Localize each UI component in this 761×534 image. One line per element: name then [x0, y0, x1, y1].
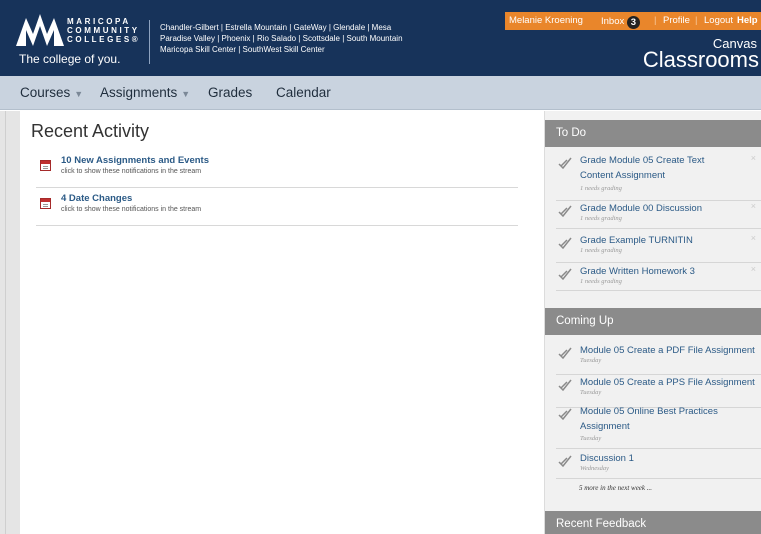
todo-item[interactable]: Grade Written Homework 3 1 needs grading… — [556, 264, 761, 291]
help-link[interactable]: Help — [737, 15, 758, 26]
chevron-down-icon: ▼ — [181, 89, 191, 99]
separator: | — [695, 15, 698, 26]
more-upcoming-link[interactable]: 5 more in the next week ... — [579, 484, 652, 492]
pencil-check-icon — [558, 268, 572, 280]
coming-up-item[interactable]: Module 05 Create a PDF File Assignment T… — [556, 343, 761, 375]
inbox-label: Inbox — [601, 16, 625, 27]
calendar-icon — [40, 160, 51, 171]
stream-item-subtitle: click to show these notifications in the… — [61, 168, 202, 175]
left-gutter — [0, 111, 20, 534]
inbox-count-badge: 3 — [626, 16, 640, 29]
page-title: Recent Activity — [31, 121, 150, 141]
stream-item[interactable]: 10 New Assignments and Events click to s… — [36, 155, 518, 188]
chevron-down-icon: ▼ — [74, 89, 84, 99]
coming-up-item-subtitle: Tuesday — [580, 357, 602, 364]
coming-up-item-subtitle: Wednesday — [580, 465, 610, 472]
todo-item-subtitle: 1 needs grading — [580, 215, 622, 222]
pencil-check-icon — [558, 379, 572, 391]
todo-item-title[interactable]: Grade Written Homework 3 — [580, 264, 695, 279]
todo-item-title[interactable]: Grade Module 05 Create Text Content Assi… — [580, 153, 730, 183]
college-list: Chandler-Gilbert | Estrella Mountain | G… — [160, 22, 420, 55]
close-icon[interactable]: × — [751, 233, 756, 243]
pencil-check-icon — [558, 408, 572, 420]
todo-item[interactable]: Grade Module 05 Create Text Content Assi… — [556, 153, 761, 201]
close-icon[interactable]: × — [751, 153, 756, 163]
logo-word-1: MARICOPA — [67, 17, 131, 26]
nav-assignments-label: Assignments — [100, 85, 178, 100]
college-list-line: Maricopa Skill Center | SouthWest Skill … — [160, 45, 325, 54]
right-sidebar: To Do Grade Module 05 Create Text Conten… — [544, 111, 761, 534]
coming-up-item-subtitle: Tuesday — [580, 389, 602, 396]
coming-up-item-title[interactable]: Discussion 1 — [580, 451, 634, 466]
nav-calendar[interactable]: Calendar — [276, 85, 331, 100]
separator: | — [654, 15, 657, 26]
pencil-check-icon — [558, 347, 572, 359]
logout-link[interactable]: Logout — [704, 15, 733, 26]
stream-item[interactable]: 4 Date Changes click to show these notif… — [36, 193, 518, 226]
pencil-check-icon — [558, 237, 572, 249]
pencil-check-icon — [558, 455, 572, 467]
todo-heading: To Do — [545, 120, 761, 147]
todo-item-subtitle: 1 needs grading — [580, 247, 622, 254]
coming-up-heading: Coming Up — [545, 308, 761, 335]
todo-item[interactable]: Grade Module 00 Discussion 1 needs gradi… — [556, 201, 761, 229]
tagline: The college of you. — [19, 52, 121, 66]
inbox-link[interactable]: Inbox 3 — [601, 15, 640, 29]
todo-item-subtitle: 1 needs grading — [580, 278, 622, 285]
coming-up-item-title[interactable]: Module 05 Create a PDF File Assignment — [580, 343, 755, 358]
left-gutter-line — [5, 111, 6, 534]
pencil-check-icon — [558, 205, 572, 217]
stream-item-title[interactable]: 10 New Assignments and Events — [61, 155, 209, 166]
close-icon[interactable]: × — [751, 264, 756, 274]
logo-word-3: COLLEGES® — [67, 35, 141, 44]
nav-grades[interactable]: Grades — [208, 85, 252, 100]
coming-up-item[interactable]: Discussion 1 Wednesday — [556, 451, 761, 479]
todo-item-subtitle: 1 needs grading — [580, 185, 622, 192]
user-topbar: Melanie Kroening Inbox 3 | Profile | Log… — [505, 12, 761, 30]
main-nav: Courses ▼ Assignments ▼ Grades Calendar — [0, 76, 761, 110]
recent-feedback-heading: Recent Feedback — [545, 511, 761, 534]
coming-up-item-subtitle: Tuesday — [580, 435, 602, 442]
nav-courses-label: Courses — [20, 85, 71, 100]
todo-item-title[interactable]: Grade Module 00 Discussion — [580, 201, 702, 216]
stream-item-subtitle: click to show these notifications in the… — [61, 206, 202, 213]
todo-item[interactable]: Grade Example TURNITIN 1 needs grading × — [556, 233, 761, 263]
profile-link[interactable]: Profile — [663, 15, 690, 26]
todo-item-title[interactable]: Grade Example TURNITIN — [580, 233, 693, 248]
calendar-icon — [40, 198, 51, 209]
mountain-logo-icon — [16, 14, 64, 46]
pencil-check-icon — [558, 157, 572, 169]
college-list-line: Paradise Valley | Phoenix | Rio Salado |… — [160, 34, 403, 43]
coming-up-item[interactable]: Module 05 Online Best Practices Assignme… — [556, 404, 761, 449]
site-header: MARICOPA COMMUNITY COLLEGES® The college… — [0, 0, 761, 76]
logo-word-2: COMMUNITY — [67, 26, 140, 35]
header-divider — [149, 20, 150, 64]
college-list-line: Chandler-Gilbert | Estrella Mountain | G… — [160, 23, 392, 32]
coming-up-item-title[interactable]: Module 05 Online Best Practices Assignme… — [580, 404, 740, 434]
stream-item-title[interactable]: 4 Date Changes — [61, 193, 132, 204]
close-icon[interactable]: × — [751, 201, 756, 211]
user-name-link[interactable]: Melanie Kroening — [509, 15, 583, 26]
nav-assignments[interactable]: Assignments ▼ — [100, 85, 190, 100]
nav-courses[interactable]: Courses ▼ — [20, 85, 83, 100]
coming-up-item-title[interactable]: Module 05 Create a PPS File Assignment — [580, 375, 755, 390]
product-name-classrooms: Classrooms — [642, 47, 759, 72]
